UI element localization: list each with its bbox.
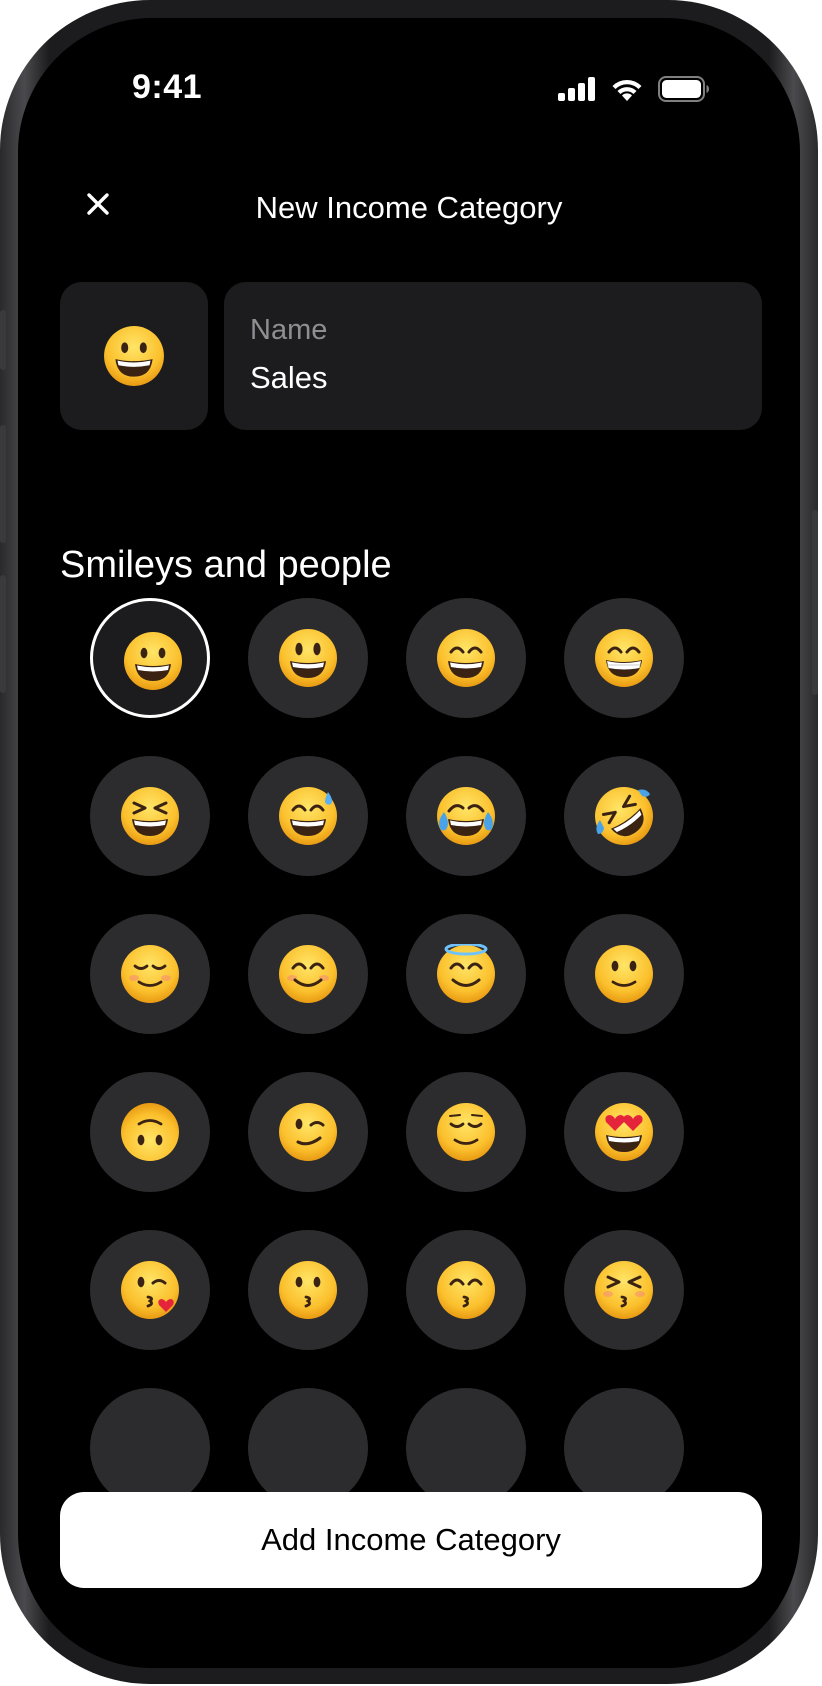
smiling-face-halo-icon	[437, 944, 495, 1003]
emoji-option-grinning-face-smiling-eyes[interactable]	[406, 598, 526, 718]
grinning-squinting-face-icon	[121, 787, 179, 845]
home-indicator	[269, 1636, 549, 1646]
face-tears-of-joy-icon	[437, 787, 495, 845]
side-button-power	[812, 510, 818, 695]
emoji-option-partial[interactable]	[406, 1388, 526, 1508]
emoji-option-kissing-face-closed-eyes[interactable]	[564, 1230, 684, 1350]
emoji-option-rolling-on-floor-laughing[interactable]	[564, 756, 684, 876]
emoji-option-kissing-face-smiling-eyes[interactable]	[406, 1230, 526, 1350]
emoji-option-relieved-face[interactable]	[406, 1072, 526, 1192]
grinning-face-smiling-eyes-icon	[437, 629, 495, 687]
emoji-option-winking-face[interactable]	[248, 1072, 368, 1192]
winking-face-icon	[279, 1103, 337, 1161]
grinning-face-icon	[124, 632, 182, 690]
kissing-face-smiling-eyes-icon	[437, 1261, 495, 1319]
upside-down-face-icon	[121, 1103, 179, 1161]
kissing-face-closed-eyes-icon	[595, 1261, 653, 1319]
emoji-option-smiling-face[interactable]	[90, 914, 210, 1034]
emoji-option-kissing-face[interactable]	[248, 1230, 368, 1350]
emoji-option-grinning-face[interactable]	[90, 598, 210, 718]
slightly-smiling-face-icon	[595, 945, 653, 1003]
kissing-face-icon	[279, 1261, 337, 1319]
emoji-option-beaming-face[interactable]	[564, 598, 684, 718]
face-blowing-kiss-icon	[121, 1261, 179, 1319]
grinning-face-sweat-icon	[279, 787, 337, 845]
smiling-face-icon	[121, 945, 179, 1003]
emoji-option-smiling-face-halo[interactable]	[406, 914, 526, 1034]
emoji-option-partial[interactable]	[248, 1388, 368, 1508]
emoji-option-partial[interactable]	[564, 1388, 684, 1508]
rolling-on-floor-laughing-icon	[595, 787, 653, 845]
app-screen: 9:41 New Income Category Name Sales Smil…	[18, 18, 800, 1668]
beaming-face-icon	[595, 629, 653, 687]
add-income-category-button[interactable]: Add Income Category	[60, 1492, 762, 1588]
emoji-option-grinning-face-sweat[interactable]	[248, 756, 368, 876]
emoji-option-grinning-squinting-face[interactable]	[90, 756, 210, 876]
emoji-option-upside-down-face[interactable]	[90, 1072, 210, 1192]
side-button-volume-up	[0, 425, 6, 543]
emoji-option-face-blowing-kiss[interactable]	[90, 1230, 210, 1350]
emoji-option-smiling-face-heart-eyes[interactable]	[564, 1072, 684, 1192]
grinning-face-big-eyes-icon	[279, 629, 337, 687]
side-button-action	[0, 310, 6, 370]
emoji-grid	[18, 18, 800, 1668]
emoji-option-slightly-smiling-face[interactable]	[564, 914, 684, 1034]
relieved-face-icon	[437, 1103, 495, 1161]
emoji-option-smiling-face-smiling-eyes[interactable]	[248, 914, 368, 1034]
smiling-face-heart-eyes-icon	[595, 1103, 653, 1161]
smiling-face-smiling-eyes-icon	[279, 945, 337, 1003]
emoji-option-face-tears-of-joy[interactable]	[406, 756, 526, 876]
emoji-option-grinning-face-big-eyes[interactable]	[248, 598, 368, 718]
emoji-option-partial[interactable]	[90, 1388, 210, 1508]
side-button-volume-down	[0, 575, 6, 693]
